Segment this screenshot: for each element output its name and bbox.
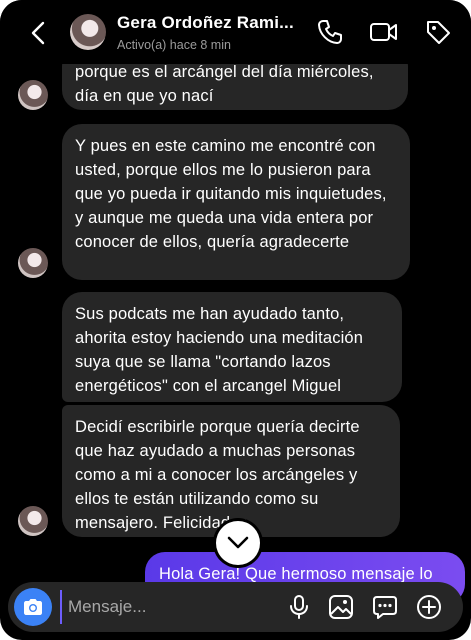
message-text: porque es el arcángel del día miércoles,…	[75, 63, 374, 105]
message-input[interactable]	[60, 590, 270, 624]
message-bubble-received[interactable]: Y pues en este camino me encontré con us…	[62, 124, 410, 280]
chat-screen: porque es el arcángel del día miércoles,…	[0, 0, 471, 640]
tag-icon[interactable]	[424, 18, 452, 46]
contact-avatar[interactable]	[18, 80, 48, 110]
message-text: Decidí escribirle porque quería decirte …	[75, 418, 360, 532]
contact-avatar[interactable]	[18, 506, 48, 536]
gallery-icon[interactable]	[328, 594, 354, 620]
contact-avatar[interactable]	[18, 248, 48, 278]
back-arrow-icon[interactable]	[26, 20, 52, 46]
camera-icon	[24, 599, 42, 615]
message-text: Sus podcats me han ayudado tanto, ahorit…	[75, 305, 364, 395]
microphone-icon[interactable]	[286, 594, 312, 620]
contact-avatar[interactable]	[70, 14, 106, 50]
message-text: Hola Gera! Que hermoso mensaje lo	[159, 565, 433, 583]
chat-header: Gera Ordoñez Rami... Activo(a) hace 8 mi…	[0, 0, 471, 64]
message-bubble-received[interactable]: Decidí escribirle porque quería decirte …	[62, 405, 400, 537]
contact-status: Activo(a) hace 8 min	[117, 38, 231, 52]
scroll-to-bottom-button[interactable]	[216, 521, 260, 565]
contact-name[interactable]: Gera Ordoñez Rami...	[117, 13, 294, 33]
sticker-chat-icon[interactable]	[372, 594, 398, 620]
add-icon[interactable]	[416, 594, 442, 620]
video-call-icon[interactable]	[369, 18, 399, 46]
message-text: Y pues en este camino me encontré con us…	[75, 137, 387, 251]
camera-button[interactable]	[14, 588, 52, 626]
message-composer	[8, 582, 463, 632]
chevron-down-icon	[227, 536, 249, 549]
message-bubble-received[interactable]: Sus podcats me han ayudado tanto, ahorit…	[62, 292, 402, 402]
phone-call-icon[interactable]	[316, 18, 344, 46]
